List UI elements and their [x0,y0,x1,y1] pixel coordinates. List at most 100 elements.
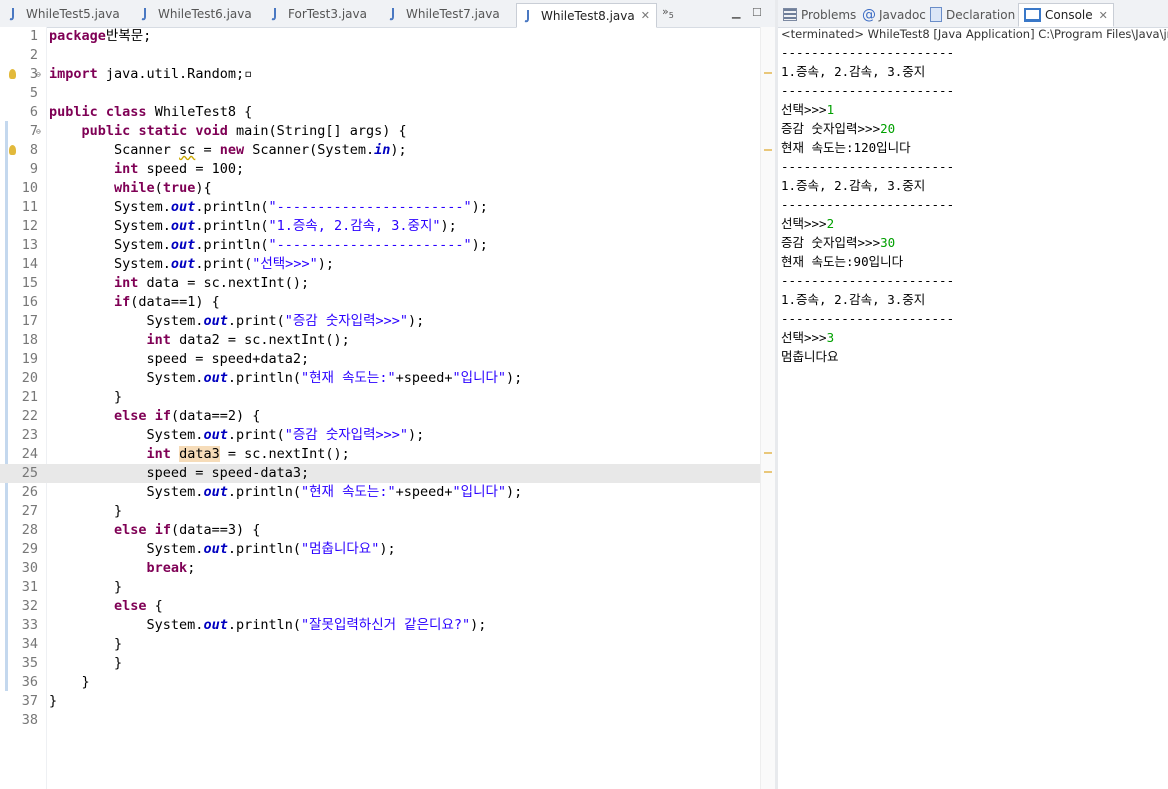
code-token: "-----------------------" [268,199,472,215]
code-line[interactable]: 3 ⊖ import java.util.Random;▫ [0,65,760,84]
code-line[interactable]: 13 System.out.println("-----------------… [0,236,760,255]
code-token: } [49,503,123,519]
code-line[interactable]: 1 package반복문; [0,27,760,46]
code-line[interactable]: 17 System.out.print("증감 숫자입력>>>"); [0,312,760,331]
code-text: System.out.println("현재 속도는:"+speed+"입니다"… [49,369,523,388]
code-line[interactable]: 21 } [0,388,760,407]
tab-whiletest8[interactable]: WhileTest8.java ✕ [516,3,657,28]
code-token: System. [49,199,171,215]
line-number: 3 [29,66,38,82]
overview-ruler[interactable] [760,27,776,789]
overview-marker[interactable] [764,72,772,74]
tab-label: WhileTest8.java [541,8,635,23]
tab-declaration[interactable]: Declaration [930,4,1015,25]
code-line[interactable]: 37} [0,692,760,711]
tab-javadoc[interactable]: @ Javadoc [862,4,926,25]
line-number: 36 [21,674,38,690]
line-number: 10 [21,180,38,196]
code-line[interactable]: 32 else { [0,597,760,616]
code-line[interactable]: 16 if(data==1) { [0,293,760,312]
code-line[interactable]: 23 System.out.print("증감 숫자입력>>>"); [0,426,760,445]
code-line[interactable]: 33 System.out.println("잘못입력하신거 같은디요?"); [0,616,760,635]
code-text: System.out.print("선택>>>"); [49,255,334,274]
fold-icon[interactable]: ⊖ [36,122,41,141]
code-line[interactable]: 26 System.out.println("현재 속도는:"+speed+"입… [0,483,760,502]
overview-marker[interactable] [764,149,772,151]
lightbulb-icon[interactable] [9,145,16,155]
code-line[interactable]: 30 break; [0,559,760,578]
code-text: package반복문; [49,27,151,46]
code-line[interactable]: 20 System.out.println("현재 속도는:"+speed+"입… [0,369,760,388]
tab-overflow-button[interactable]: »5 [662,5,674,20]
code-token: .println( [227,541,301,557]
javadoc-icon: @ [862,6,876,23]
code-line[interactable]: 29 System.out.println("멈춥니다요"); [0,540,760,559]
code-line[interactable]: 31 } [0,578,760,597]
code-line[interactable]: 25 speed = speed-data3; [0,464,760,483]
code-token: else [114,598,147,614]
console-output[interactable]: ----------------------- 1.증속, 2.감속, 3.중지 -… [781,43,954,366]
code-line[interactable]: 6 public class WhileTest8 { [0,103,760,122]
line-number: 28 [21,522,38,538]
code-token: out [203,313,228,329]
tab-problems[interactable]: Problems [783,4,856,25]
code-line[interactable]: 10 while(true){ [0,179,760,198]
tab-whiletest7[interactable]: WhileTest7.java [388,3,500,25]
code-token: out [170,256,196,272]
code-token: out [170,218,196,234]
code-line[interactable]: 34 } [0,635,760,654]
code-line[interactable]: 27 } [0,502,760,521]
maximize-button[interactable]: ☐ [752,6,762,19]
code-token: .println( [227,617,301,633]
code-token: data2 = sc.nextInt(); [170,332,350,348]
code-line[interactable]: 5 [0,84,760,103]
code-line[interactable]: 19 speed = speed+data2; [0,350,760,369]
code-text: System.out.println("1.증속, 2.감속, 3.중지"); [49,217,457,236]
minimize-button[interactable]: ▁ [732,6,740,19]
console-text: 현재 속도는:90입니다 [781,254,904,269]
code-text: System.out.println("잘못입력하신거 같은디요?"); [49,616,487,635]
tab-fortest3[interactable]: ForTest3.java [270,3,367,25]
code-line[interactable]: 36 } [0,673,760,692]
close-icon[interactable]: ✕ [641,9,650,22]
console-user-input: 3 [826,330,835,345]
code-line[interactable]: 9 int speed = 100; [0,160,760,179]
code-line[interactable]: 11 System.out.println("-----------------… [0,198,760,217]
code-line[interactable]: 7 ⊖ public static void main(String[] args… [0,122,760,141]
code-line[interactable]: 8 Scanner sc = new Scanner(System.in); [0,141,760,160]
code-line[interactable]: 28 else if(data==3) { [0,521,760,540]
code-text: public static void main(String[] args) { [49,122,407,141]
code-line[interactable]: 38 [0,711,760,730]
overview-marker[interactable] [764,471,772,473]
fold-icon[interactable]: ⊖ [36,65,41,84]
lightbulb-icon[interactable] [9,69,16,79]
close-icon[interactable]: ✕ [1099,9,1108,22]
code-text: else { [49,597,163,616]
tab-console[interactable]: Console ✕ [1018,3,1114,27]
code-line[interactable]: 24 int data3 = sc.nextInt(); [0,445,760,464]
line-number: 15 [21,275,38,291]
code-text: int data = sc.nextInt(); [49,274,309,293]
code-line[interactable]: 14 System.out.print("선택>>>"); [0,255,760,274]
code-editor[interactable]: 1 package반복문; 2 3 ⊖ import java.util.Random;▫… [0,27,760,730]
code-line[interactable]: 12 System.out.println("1.증속, 2.감속, 3.중지"… [0,217,760,236]
code-token: ); [390,142,407,158]
console-icon [1024,8,1041,22]
code-text: System.out.println("현재 속도는:"+speed+"입니다"… [49,483,523,502]
code-line[interactable]: 18 int data2 = sc.nextInt(); [0,331,760,350]
code-line[interactable]: 2 [0,46,760,65]
code-line[interactable]: 22 else if(data==2) { [0,407,760,426]
console-text: ----------------------- [781,197,955,212]
code-text: speed = speed+data2; [49,350,310,369]
tab-whiletest6[interactable]: WhileTest6.java [140,3,252,25]
tab-whiletest5[interactable]: WhileTest5.java [8,3,120,25]
code-line[interactable]: 35 } [0,654,760,673]
tab-label: Console [1045,8,1093,22]
code-line[interactable]: 15 int data = sc.nextInt(); [0,274,760,293]
overview-marker[interactable] [764,452,772,454]
code-text: } [49,635,122,654]
